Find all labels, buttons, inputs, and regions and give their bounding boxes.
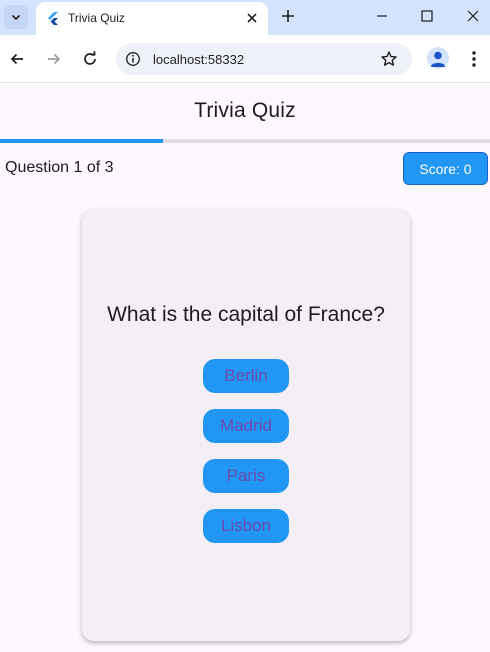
browser-toolbar: localhost:58332 (0, 35, 490, 83)
answer-button-lisbon[interactable]: Lisbon (203, 509, 289, 543)
url-text[interactable]: localhost:58332 (153, 52, 244, 67)
more-vert-icon[interactable] (466, 49, 482, 69)
browser-tabstrip: Trivia Quiz (0, 0, 490, 35)
profile-avatar[interactable] (427, 47, 449, 69)
page-title: Trivia Quiz (194, 99, 296, 122)
answer-button-paris[interactable]: Paris (203, 459, 289, 493)
back-arrow-icon[interactable] (8, 50, 26, 68)
person-icon (430, 51, 446, 67)
answer-list: Berlin Madrid Paris Lisbon (82, 359, 410, 543)
answer-button-berlin[interactable]: Berlin (203, 359, 289, 393)
reload-icon[interactable] (81, 50, 99, 68)
question-card: What is the capital of France? Berlin Ma… (82, 209, 410, 641)
star-icon[interactable] (380, 50, 398, 68)
tab-search-button[interactable] (4, 5, 28, 29)
quiz-progress-fill (0, 139, 164, 143)
forward-arrow-icon[interactable] (45, 50, 63, 68)
minimize-icon[interactable] (374, 8, 390, 24)
question-text: What is the capital of France? (107, 303, 385, 326)
chevron-down-icon (11, 14, 21, 21)
window-close-icon[interactable] (465, 8, 481, 24)
close-icon[interactable] (244, 10, 260, 26)
address-bar[interactable]: localhost:58332 (116, 43, 412, 75)
score-button[interactable]: Score: 0 (403, 152, 488, 185)
browser-tab-active[interactable]: Trivia Quiz (36, 2, 268, 35)
answer-button-madrid[interactable]: Madrid (203, 409, 289, 443)
tab-title: Trivia Quiz (68, 11, 125, 25)
maximize-icon[interactable] (419, 8, 435, 24)
app-bar: Trivia Quiz (0, 83, 490, 139)
plus-icon[interactable] (279, 7, 297, 25)
flutter-icon (48, 12, 58, 25)
question-counter: Question 1 of 3 (5, 159, 114, 176)
info-icon[interactable] (125, 51, 141, 67)
quiz-progress-bar (0, 139, 490, 143)
